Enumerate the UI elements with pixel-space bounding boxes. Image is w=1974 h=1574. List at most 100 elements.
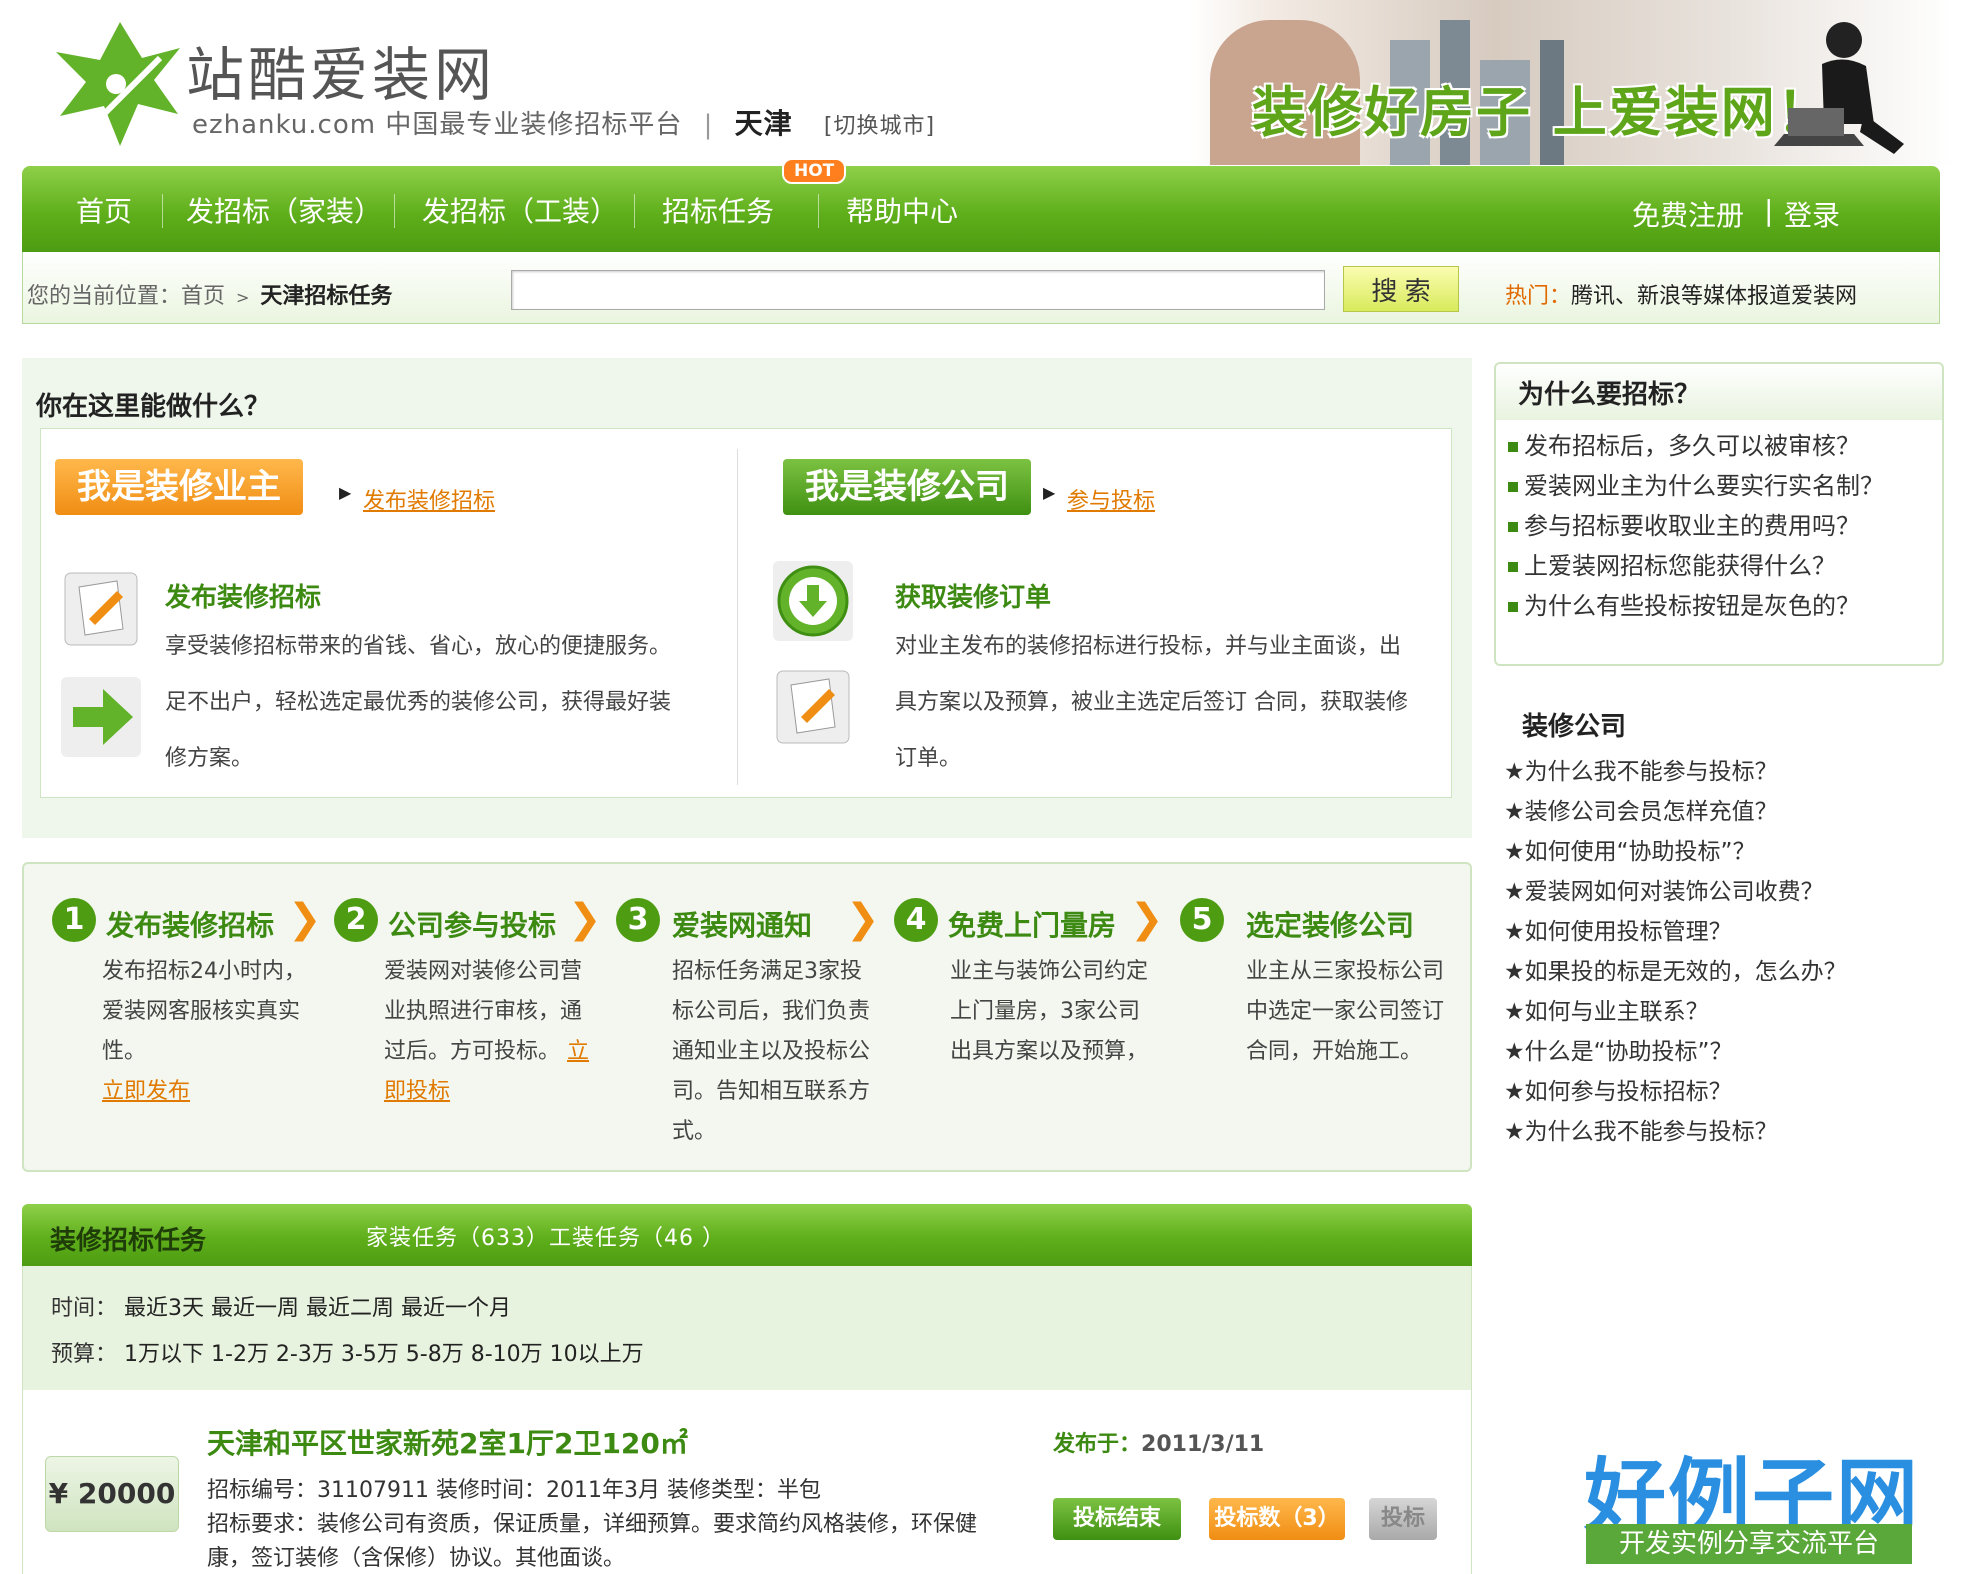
switch-city-link[interactable]: [切换城市] xyxy=(824,114,935,139)
logo-title[interactable]: 站酷爱装网 xyxy=(186,28,496,112)
main-nav: 首页 发招标（家装） 发招标（工装） 招标任务 HOT 帮助中心 免费注册 | … xyxy=(22,158,1940,252)
site-header: 站酷爱装网 ezhanku.com 中国最专业装修招标平台 | 天津 [切换城市… xyxy=(0,0,1974,168)
header-banner[interactable]: 装修好房子 上爱装网！ xyxy=(1190,0,1954,165)
step-number: 4 xyxy=(894,898,938,942)
step-title: 选定装修公司 xyxy=(1246,909,1415,942)
nav-tender-tasks[interactable]: 招标任务 xyxy=(662,190,774,230)
time-filter: 时间： 最近3天 最近一周 最近二周 最近一个月 xyxy=(51,1290,511,1322)
document-pen-icon xyxy=(776,670,850,744)
nav-sep: | xyxy=(1764,194,1774,227)
step-description: 业主与装饰公司约定上门量房，3家公司出具方案以及预算， xyxy=(950,959,1149,1064)
tasks-title: 装修招标任务 xyxy=(50,1226,207,1256)
faq-link[interactable]: ★什么是“协助投标”？ xyxy=(1504,1032,1847,1072)
bid-ended-button[interactable]: 投标结束 xyxy=(1053,1498,1181,1540)
task-filters: 时间： 最近3天 最近一周 最近二周 最近一个月 预算： 1万以下 1-2万 2… xyxy=(22,1266,1472,1390)
faq-link[interactable]: 上爱装网招标您能获得什么？ xyxy=(1508,546,1884,586)
chevron-right-icon: ❯ xyxy=(568,896,602,942)
search-input[interactable] xyxy=(511,270,1325,310)
task-requirements: 招标要求：装修公司有资质，保证质量，详细预算。要求简约风格装修，环保健 xyxy=(207,1512,978,1537)
company-faq-list: ★为什么我不能参与投标？ ★装修公司会员怎样充值？ ★如何使用“协助投标”？ ★… xyxy=(1504,752,1847,1152)
step-title: 发布装修招标 xyxy=(106,909,275,942)
faq-link[interactable]: ★如何使用“协助投标”？ xyxy=(1504,832,1847,872)
nav-help-center[interactable]: 帮助中心 xyxy=(846,190,958,230)
hot-news: 热门：腾讯、新浪等媒体报道爱装网 xyxy=(1505,278,1857,310)
faq-link[interactable]: ★为什么我不能参与投标？ xyxy=(1504,752,1847,792)
faq-link[interactable]: ★如何使用投标管理？ xyxy=(1504,912,1847,952)
step-number: 3 xyxy=(616,898,660,942)
hot-news-link[interactable]: 腾讯、新浪等媒体报道爱装网 xyxy=(1571,284,1857,309)
search-bar: 您的当前位置：首页 > 天津招标任务 搜 索 热门：腾讯、新浪等媒体报道爱装网 xyxy=(22,252,1940,324)
faq-link[interactable]: ★如果投的标是无效的，怎么办？ xyxy=(1504,952,1847,992)
nav-work-tender[interactable]: 发招标（工装） xyxy=(422,190,618,230)
current-city: 天津 xyxy=(734,107,793,140)
breadcrumb-home[interactable]: 您的当前位置：首页 xyxy=(27,284,225,309)
time-filter-options[interactable]: 最近3天 最近一周 最近二周 最近一个月 xyxy=(124,1296,511,1321)
login-link[interactable]: 登录 xyxy=(1784,194,1840,234)
step-title: 免费上门量房 xyxy=(948,909,1117,942)
separator: | xyxy=(703,110,714,140)
company-feature-text: 订单。 xyxy=(895,746,962,771)
step-number: 2 xyxy=(334,898,378,942)
faq-link[interactable]: 为什么有些投标按钮是灰色的？ xyxy=(1508,586,1884,626)
download-icon xyxy=(773,561,853,641)
faq-link[interactable]: ★爱装网如何对装饰公司收费？ xyxy=(1504,872,1847,912)
company-faq-title: 装修公司 xyxy=(1522,712,1627,742)
panel-title: 为什么要招标？ xyxy=(1518,380,1701,410)
nav-home[interactable]: 首页 xyxy=(76,190,132,230)
process-steps: 1 发布装修招标 ❯ 发布招标24小时内，爱装网客服核实真实性。 立即发布 2 … xyxy=(22,862,1472,1172)
document-pen-icon xyxy=(64,572,138,646)
what-can-you-do-panel: 你在这里能做什么？ 我是装修业主 ▶ 发布装修招标 我是装修公司 ▶ 参与投标 … xyxy=(22,358,1472,838)
budget-filter: 预算： 1万以下 1-2万 2-3万 3-5万 5-8万 8-10万 10以上万 xyxy=(51,1336,644,1368)
triangle-right-icon: ▶ xyxy=(1043,483,1056,502)
hot-label: 热门： xyxy=(1505,284,1572,309)
bid-count-button[interactable]: 投标数（3） xyxy=(1209,1498,1345,1540)
nav-divider xyxy=(394,194,395,228)
owner-feature-text: 享受装修招标带来的省钱、省心，放心的便捷服务。 xyxy=(165,634,672,659)
breadcrumb-arrow: > xyxy=(236,288,250,307)
join-bid-link[interactable]: 参与投标 xyxy=(1067,483,1155,515)
faq-link[interactable]: 爱装网业主为什么要实行实名制？ xyxy=(1508,466,1884,506)
why-list: 发布招标后，多久可以被审核？ 爱装网业主为什么要实行实名制？ 参与招标要收取业主… xyxy=(1508,426,1884,626)
nav-home-tender[interactable]: 发招标（家装） xyxy=(186,190,382,230)
faq-link[interactable]: ★装修公司会员怎样充值？ xyxy=(1504,792,1847,832)
breadcrumb: 您的当前位置：首页 > 天津招标任务 xyxy=(27,278,392,310)
company-feature-text: 具方案以及预算，被业主选定后签订 合同，获取装修 xyxy=(895,690,1408,715)
breadcrumb-current: 天津招标任务 xyxy=(260,284,393,309)
faq-link[interactable]: ★如何参与投标招标？ xyxy=(1504,1072,1847,1112)
faq-link[interactable]: ★为什么我不能参与投标？ xyxy=(1504,1112,1847,1152)
search-button[interactable]: 搜 索 xyxy=(1343,266,1459,312)
task-meta: 招标编号：31107911 装修时间：2011年3月 装修类型：半包 xyxy=(207,1478,821,1503)
faq-link[interactable]: ★如何与业主联系？ xyxy=(1504,992,1847,1032)
chevron-right-icon: ❯ xyxy=(1130,896,1164,942)
budget-filter-label: 预算： xyxy=(51,1342,118,1367)
task-requirements: 康，签订装修（含保修）协议。其他面谈。 xyxy=(207,1546,626,1571)
step-description: 招标任务满足3家投标公司后，我们负责通知业主以及投标公司。告知相互联系方式。 xyxy=(672,959,871,1144)
post-tender-link[interactable]: 发布装修招标 xyxy=(363,483,495,515)
time-filter-label: 时间： xyxy=(51,1296,118,1321)
step-title: 爱装网通知 xyxy=(672,909,813,942)
owner-button[interactable]: 我是装修业主 xyxy=(55,459,303,515)
logo-icon[interactable] xyxy=(50,18,185,150)
banner-slogan: 装修好房子 上爱装网！ xyxy=(1252,81,1833,144)
register-link[interactable]: 免费注册 xyxy=(1632,194,1744,234)
step-description: 发布招标24小时内，爱装网客服核实真实性。 立即发布 xyxy=(102,959,306,1104)
owner-feature-text: 修方案。 xyxy=(165,746,254,771)
task-type-tabs[interactable]: 家装任务（633）工装任务（46 ） xyxy=(366,1220,725,1252)
nav-divider xyxy=(634,194,635,228)
bid-button[interactable]: 投标 xyxy=(1369,1498,1437,1540)
section-title: 你在这里能做什么？ xyxy=(36,392,271,422)
person-laptop-icon xyxy=(1774,22,1904,154)
company-button[interactable]: 我是装修公司 xyxy=(783,459,1031,515)
chevron-right-icon: ❯ xyxy=(846,896,880,942)
budget-filter-options[interactable]: 1万以下 1-2万 2-3万 3-5万 5-8万 8-10万 10以上万 xyxy=(124,1342,644,1367)
faq-link[interactable]: 发布招标后，多久可以被审核？ xyxy=(1508,426,1884,466)
why-tender-panel: 为什么要招标？ 发布招标后，多久可以被审核？ 爱装网业主为什么要实行实名制？ 参… xyxy=(1494,362,1944,666)
panel-header: 为什么要招标？ xyxy=(1496,364,1942,420)
faq-link[interactable]: 参与招标要收取业主的费用吗？ xyxy=(1508,506,1884,546)
step-description: 业主从三家投标公司中选定一家公司签订合同，开始施工。 xyxy=(1246,959,1445,1064)
logo-domain: ezhanku.com xyxy=(192,110,377,140)
task-title-link[interactable]: 天津和平区世家新苑2室1厅2卫120㎡ xyxy=(207,1422,688,1462)
owner-feature-text: 足不出户，轻松选定最优秀的装修公司，获得最好装 xyxy=(165,690,672,715)
company-feature-text: 对业主发布的装修招标进行投标，并与业主面谈，出 xyxy=(895,634,1402,659)
publish-now-link[interactable]: 立即发布 xyxy=(102,1079,190,1104)
